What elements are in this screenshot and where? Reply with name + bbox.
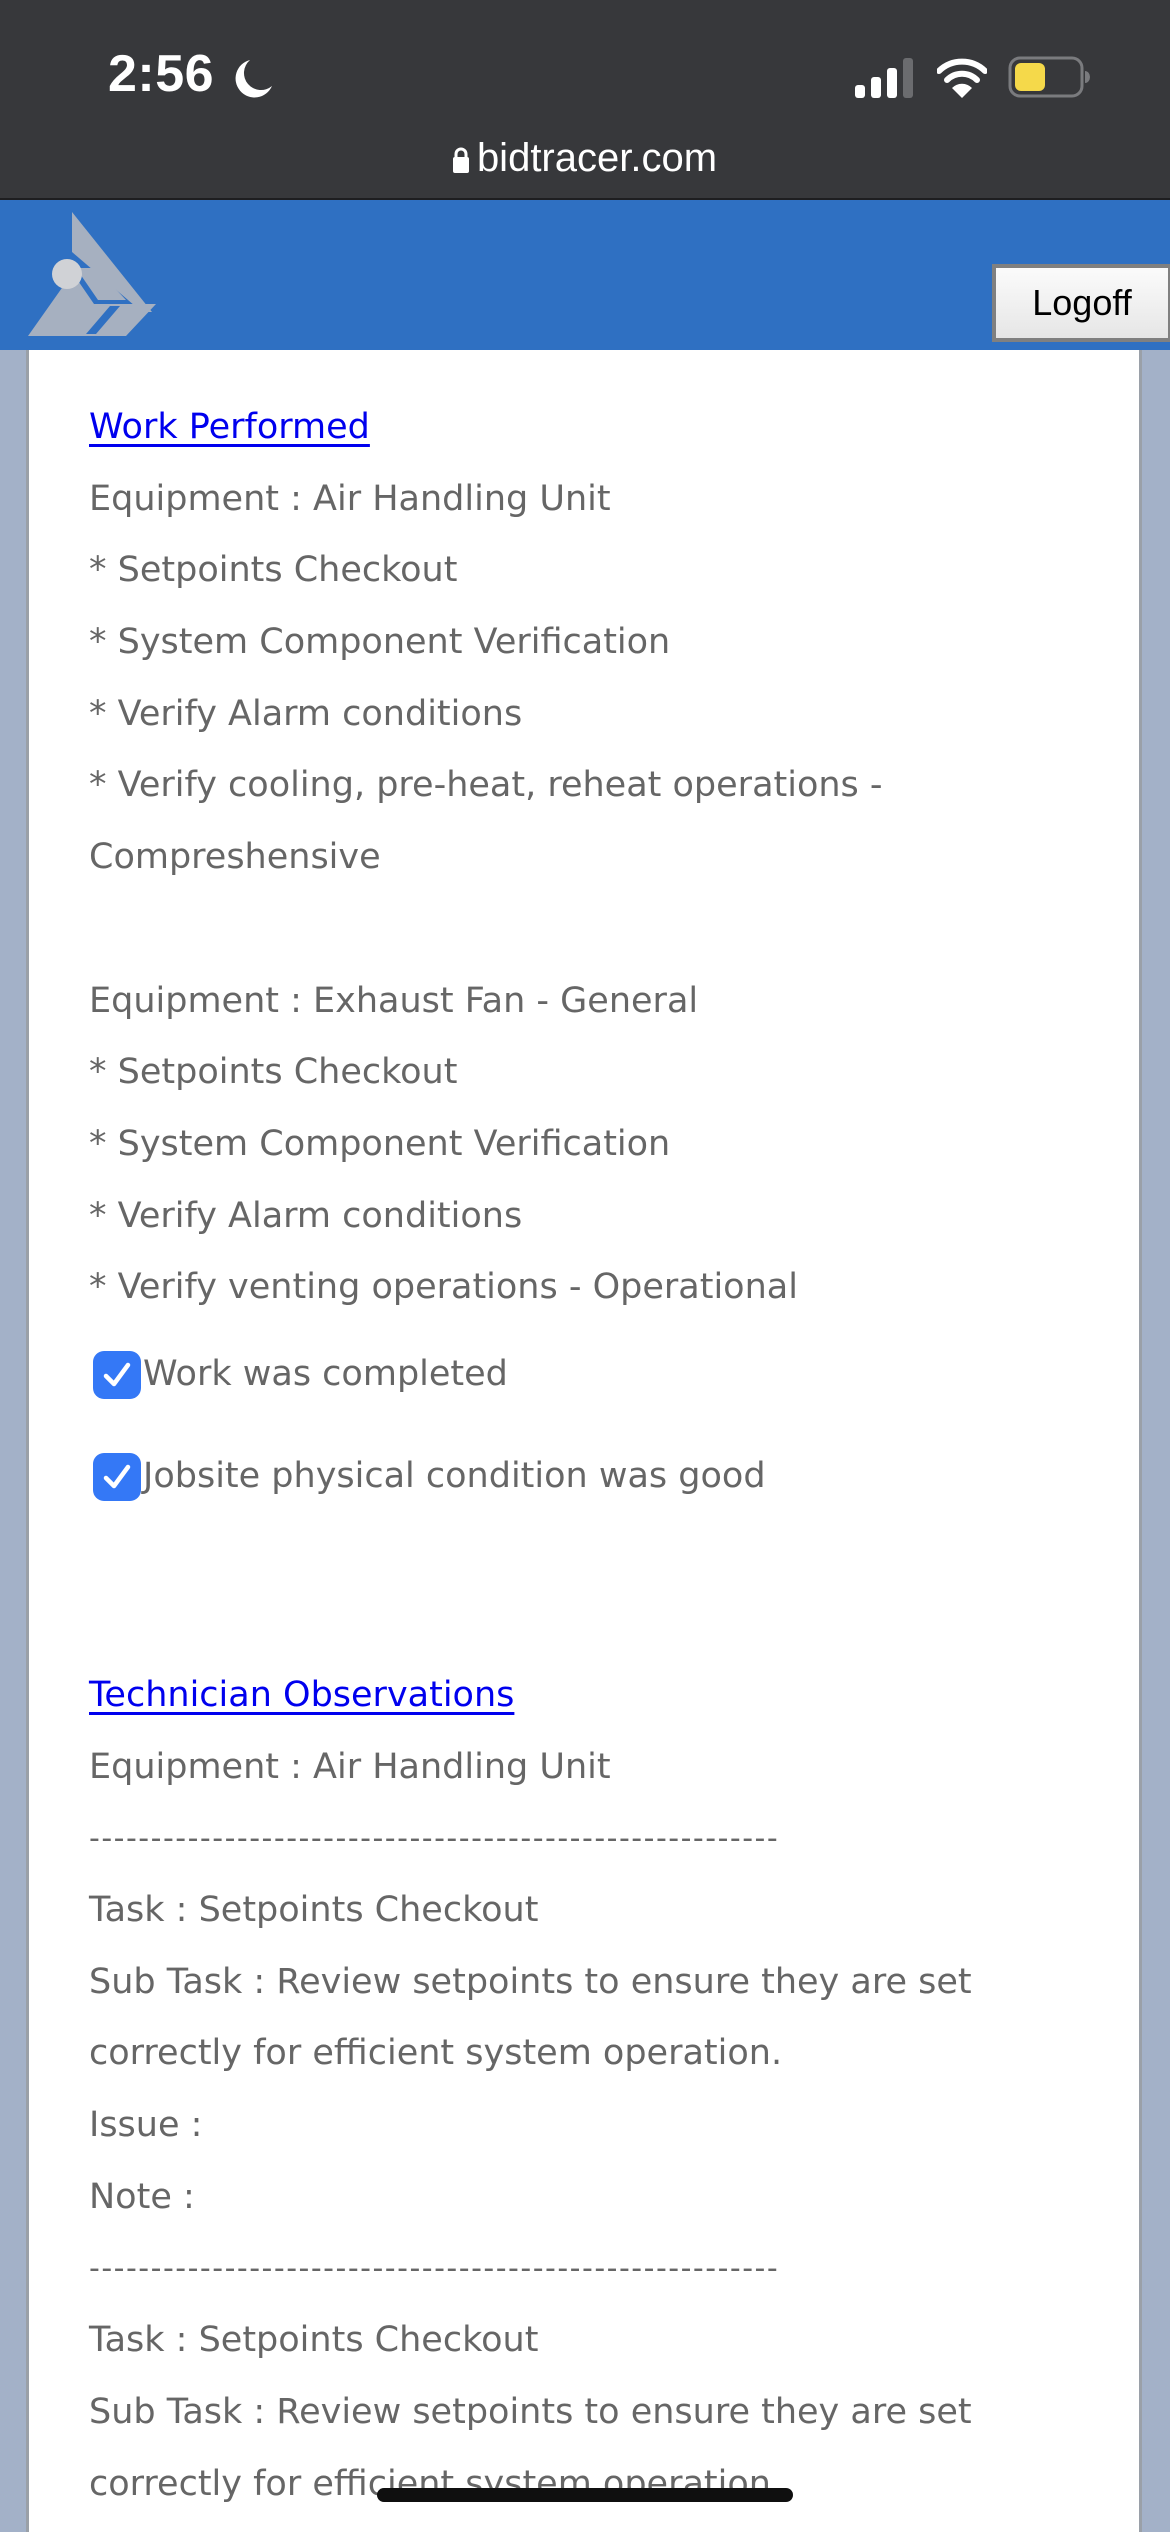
- task-label: Task : Setpoints Checkout: [89, 1890, 539, 1930]
- work-item: * System Component Verification: [89, 622, 671, 663]
- lock-icon: [452, 147, 469, 173]
- moon-icon: [235, 60, 272, 98]
- work-performed-link[interactable]: Work Performed: [89, 407, 370, 447]
- report-content: Work Performed Equipment : Air Handling …: [89, 392, 1089, 2520]
- home-indicator[interactable]: [377, 2488, 793, 2502]
- checkmark-icon: [103, 1464, 131, 1489]
- equipment-group: Equipment : Exhaust Fan - General * Setp…: [89, 966, 1089, 1324]
- work-item: * Verify cooling, pre-heat, reheat opera…: [89, 765, 883, 806]
- checkbox-label: Jobsite physical condition was good: [143, 1456, 766, 1497]
- status-time: 2:56: [108, 45, 215, 103]
- issue-label: Issue :: [89, 2105, 203, 2146]
- work-item: * Verify Alarm conditions: [89, 693, 523, 734]
- work-item: * Verify Alarm conditions: [89, 1195, 523, 1236]
- work-item: * Setpoints Checkout: [89, 1052, 458, 1093]
- checkbox-row-work-completed[interactable]: Work was completed: [93, 1324, 1089, 1426]
- jobsite-condition-checkbox[interactable]: [93, 1452, 141, 1501]
- completion-checkboxes: Work was completed Jobsite physical cond…: [89, 1324, 1089, 1528]
- site-header: Logoff: [0, 200, 1170, 350]
- work-performed-section-title: Work Performed: [89, 392, 1089, 464]
- sub-task-label-continued: correctly for efficient system operation…: [89, 2033, 783, 2074]
- separator: ----------------------------------------…: [89, 2251, 780, 2287]
- work-item: * Verify venting operations - Operationa…: [89, 1267, 798, 1308]
- sub-task-label: Sub Task : Review setpoints to ensure th…: [89, 1961, 972, 2002]
- work-item: * Setpoints Checkout: [89, 550, 458, 591]
- battery-icon: [1008, 56, 1090, 98]
- task-label: Task : Setpoints Checkout: [89, 2320, 539, 2361]
- technician-observations-section-title: Technician Observations: [89, 1660, 1089, 1732]
- bidtracer-logo-icon[interactable]: [14, 208, 164, 344]
- url-bar[interactable]: bidtracer.com: [0, 136, 1170, 181]
- technician-observations-link[interactable]: Technician Observations: [89, 1675, 514, 1715]
- equipment-label: Equipment : Air Handling Unit: [89, 1746, 611, 1787]
- url-text: bidtracer.com: [476, 136, 718, 180]
- work-item: Compreshensive: [89, 837, 381, 878]
- equipment-label: Equipment : Exhaust Fan - General: [89, 980, 699, 1021]
- logoff-button[interactable]: Logoff: [992, 264, 1170, 342]
- note-label: Note :: [89, 2176, 195, 2217]
- checkbox-row-jobsite-condition[interactable]: Jobsite physical condition was good: [93, 1426, 1089, 1528]
- work-completed-checkbox[interactable]: [93, 1350, 141, 1399]
- wifi-icon: [937, 58, 987, 98]
- signal-icon: [855, 58, 913, 98]
- browser-chrome: 2:56 bidtracer.com: [0, 0, 1170, 200]
- sub-task-label-continued: correctly for efficient system operation…: [89, 2463, 783, 2504]
- equipment-group: Equipment : Air Handling Unit * Setpoint…: [89, 464, 1089, 894]
- equipment-label: Equipment : Air Handling Unit: [89, 478, 611, 519]
- work-item: * System Component Verification: [89, 1123, 671, 1164]
- observation-entry: Task : Setpoints Checkout Sub Task : Rev…: [89, 1875, 1089, 2233]
- checkbox-label: Work was completed: [143, 1354, 508, 1395]
- checkmark-icon: [103, 1362, 131, 1387]
- separator: ----------------------------------------…: [89, 1821, 780, 1857]
- sub-task-label: Sub Task : Review setpoints to ensure th…: [89, 2391, 972, 2432]
- content-panel: Work Performed Equipment : Air Handling …: [26, 350, 1142, 2532]
